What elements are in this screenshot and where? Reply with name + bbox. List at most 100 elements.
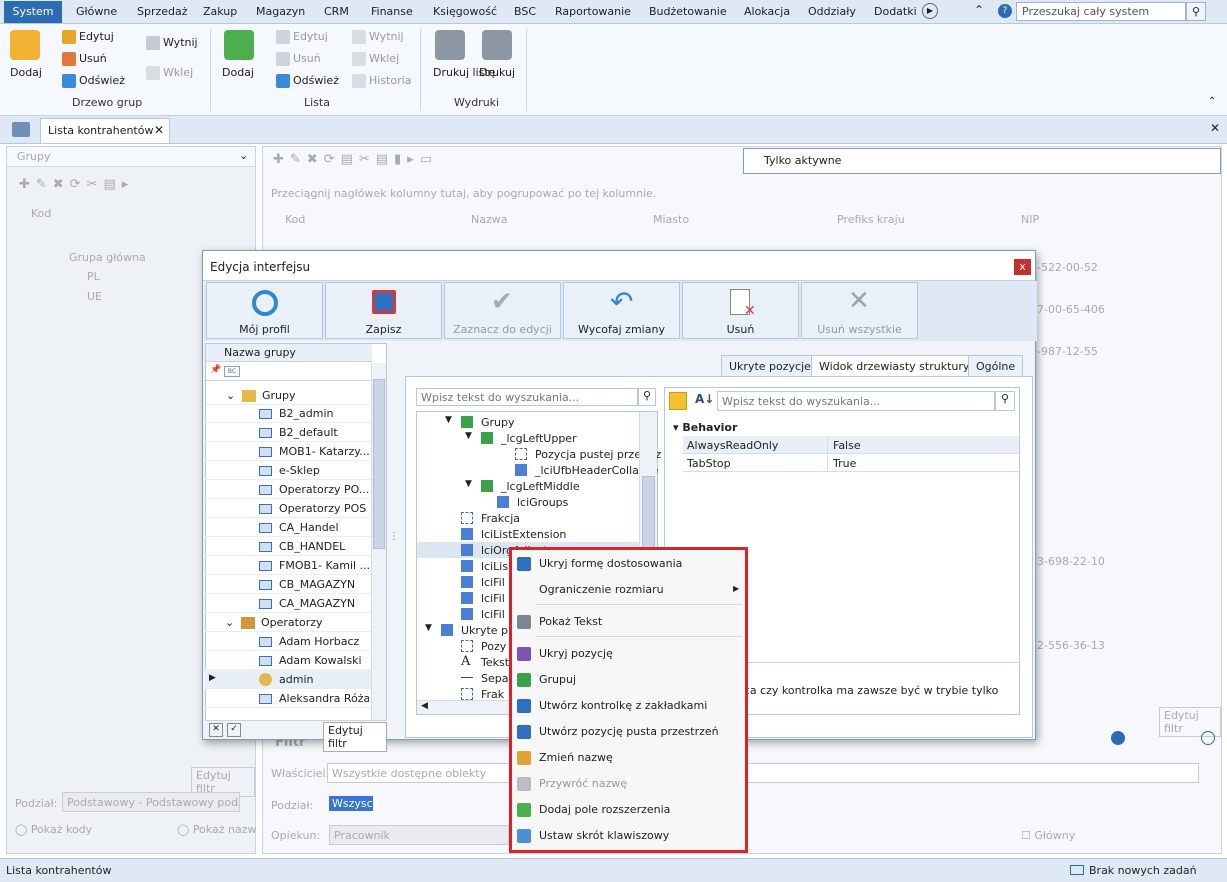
search-icon[interactable]: ⚲	[995, 391, 1015, 411]
group-item[interactable]: Operatorzy PO...	[205, 480, 371, 499]
delete-button[interactable]: ✕ Usuń	[682, 282, 799, 339]
mark-for-edit-button[interactable]: ✔ Zaznacz do edycji	[444, 282, 561, 339]
column-kod[interactable]: Kod	[285, 213, 305, 226]
only-active-checkbox[interactable]: Tylko aktywne	[743, 148, 1221, 174]
tab-lista-kontrahentow[interactable]: Lista kontrahentów ✕	[40, 118, 170, 143]
context-menu-item[interactable]: Ustaw skrót klawiszowy	[539, 829, 669, 842]
props-search-input[interactable]: Wpisz tekst do wyszukania...	[717, 391, 995, 411]
column-nip[interactable]: NIP	[1021, 213, 1039, 226]
search-icon[interactable]: ⚲	[638, 388, 656, 406]
menu-magazyn[interactable]: Magazyn	[256, 5, 305, 18]
paste-button[interactable]: Wklej	[352, 52, 399, 66]
context-menu-item[interactable]: Ukryj pozycję	[539, 647, 613, 660]
group-item[interactable]: MOB1- Katarzy...	[205, 442, 371, 461]
menu-budzetowanie[interactable]: Budżetowanie	[649, 5, 727, 18]
menu-alokacja[interactable]: Alokacja	[744, 5, 790, 18]
undo-changes-button[interactable]: ↶ Wycofaj zmiany	[563, 282, 680, 339]
tree-node-operators[interactable]: ⌄ Operatorzy	[205, 613, 371, 632]
menu-dodatki[interactable]: Dodatki	[874, 5, 917, 18]
guardian-select[interactable]: Pracownik	[329, 825, 509, 845]
categorized-icon[interactable]	[669, 392, 687, 410]
my-profile-button[interactable]: Mój profil	[206, 282, 323, 339]
filter-icon[interactable]	[1111, 731, 1125, 745]
edit-group-button[interactable]: Edytuj	[62, 30, 114, 44]
tree-node[interactable]: lciListExtension	[417, 526, 639, 542]
dialog-close-icon[interactable]: x	[1014, 259, 1031, 275]
group-filter-row[interactable]: 📌 BC	[206, 363, 372, 381]
column-nazwa[interactable]: Nazwa	[471, 213, 507, 226]
menu-bsc[interactable]: BSC	[514, 5, 536, 18]
context-menu-item[interactable]: Utwórz pozycję pusta przestrzeń	[539, 725, 719, 738]
context-menu-item[interactable]: Ukryj formę dostosowania	[539, 557, 682, 570]
tree-node[interactable]: ▼ _lcgLeftMiddle	[417, 478, 639, 494]
menu-crm[interactable]: CRM	[324, 5, 349, 18]
delete-button[interactable]: Usuń	[276, 52, 321, 66]
context-menu-item[interactable]: Przywróć nazwę	[539, 777, 627, 790]
expand-icon[interactable]: ⌄	[226, 389, 235, 402]
tab-tree-view[interactable]: Widok drzewiasty struktury	[811, 355, 978, 377]
tree-node[interactable]: _lciUfbHeaderCollapse	[417, 462, 658, 478]
tree-node-pl[interactable]: PL	[87, 270, 100, 283]
global-search-input[interactable]: Przeszukaj cały system	[1016, 2, 1186, 21]
prop-row[interactable]: TabStop True	[683, 454, 1019, 472]
chevron-up-icon[interactable]: ⌃	[974, 3, 984, 17]
filter-checkbox[interactable]: ✓	[227, 723, 241, 737]
menu-glowne[interactable]: Główne	[76, 5, 117, 18]
cut-group-button[interactable]: Wytnij	[146, 36, 198, 50]
expand-icon[interactable]: ▼	[445, 415, 452, 425]
group-item[interactable]: CB_HANDEL	[205, 537, 371, 556]
ribbon-collapse-icon[interactable]: ⌃	[1208, 96, 1216, 107]
refresh-group-button[interactable]: Odśwież	[62, 74, 125, 88]
group-item[interactable]: CA_Handel	[205, 518, 371, 537]
search-icon[interactable]: ⚲	[1186, 2, 1206, 21]
context-menu-item[interactable]: Ograniczenie rozmiaru	[539, 583, 664, 596]
podzial-select[interactable]: Podstawowy - Podstawowy podz	[62, 792, 240, 812]
scroll-thumb[interactable]	[373, 379, 385, 549]
clear-filter-icon[interactable]: ✕	[209, 723, 223, 737]
group-item[interactable]: B2_default	[205, 423, 371, 442]
sort-az-icon[interactable]: A↓	[695, 392, 714, 406]
add-group-button[interactable]: Dodaj	[10, 66, 42, 79]
context-menu-item[interactable]: Dodaj pole rozszerzenia	[539, 803, 670, 816]
tree-node[interactable]: ▼ Grupy	[417, 414, 639, 430]
group-list-header[interactable]: Nazwa grupy	[206, 344, 372, 362]
operator-item[interactable]: ▶ admin	[205, 670, 371, 689]
refresh-button[interactable]: Odśwież	[276, 74, 339, 88]
tab-general[interactable]: Ogólne	[968, 355, 1024, 377]
close-tab-icon[interactable]: ✕	[154, 123, 164, 137]
tree-node[interactable]: Frakcja	[417, 510, 639, 526]
history-button[interactable]: Historia	[352, 74, 411, 88]
context-menu-item[interactable]: Pokaż Tekst	[539, 615, 602, 628]
context-menu-item[interactable]: Grupuj	[539, 673, 576, 686]
operator-item[interactable]: Adam Horbacz	[205, 632, 371, 651]
group-list-scrollbar[interactable]	[371, 363, 386, 738]
expand-icon[interactable]: ⌄	[225, 616, 234, 629]
group-item[interactable]: CA_MAGAZYN	[205, 594, 371, 613]
delete-all-button[interactable]: ✕ Usuń wszystkie	[801, 282, 918, 339]
save-button[interactable]: Zapisz	[325, 282, 442, 339]
menu-sprzedaz[interactable]: Sprzedaż	[137, 5, 188, 18]
column-miasto[interactable]: Miasto	[653, 213, 689, 226]
more-arrow-icon[interactable]: ▶	[922, 3, 938, 19]
tree-node-groups[interactable]: ⌄ Grupy	[206, 386, 372, 405]
prop-row[interactable]: AlwaysReadOnly False	[683, 436, 1019, 454]
menu-ksiegowosc[interactable]: Księgowość	[433, 5, 497, 18]
help-icon[interactable]: ?	[998, 4, 1012, 18]
division-select[interactable]: Wszyscy	[329, 796, 379, 811]
menu-finanse[interactable]: Finanse	[371, 5, 413, 18]
group-item[interactable]: FMOB1- Kamil ...	[205, 556, 371, 575]
groups-dropdown[interactable]: Grupy ⌄	[7, 147, 255, 167]
tab-hidden-items[interactable]: Ukryte pozycje	[721, 355, 819, 377]
tree-node[interactable]: ▼ _lcgLeftUpper	[417, 430, 639, 446]
tree-node-ue[interactable]: UE	[87, 290, 102, 303]
owner-select[interactable]: Wszystkie dostępne obiekty	[327, 763, 1199, 783]
context-menu-item[interactable]: Zmień nazwę	[539, 751, 613, 764]
group-item[interactable]: e-Sklep	[205, 461, 371, 480]
edit-filter-button[interactable]: Edytuj filtr	[323, 722, 387, 752]
tree-node[interactable]: lciGroups	[417, 494, 639, 510]
cut-button[interactable]: Wytnij	[352, 30, 404, 44]
add-button[interactable]: Dodaj	[222, 66, 254, 79]
group-item[interactable]: B2_admin	[205, 404, 371, 423]
expand-icon[interactable]: ▼	[465, 431, 472, 441]
main-checkbox[interactable]: ☐ Główny	[1021, 829, 1075, 842]
